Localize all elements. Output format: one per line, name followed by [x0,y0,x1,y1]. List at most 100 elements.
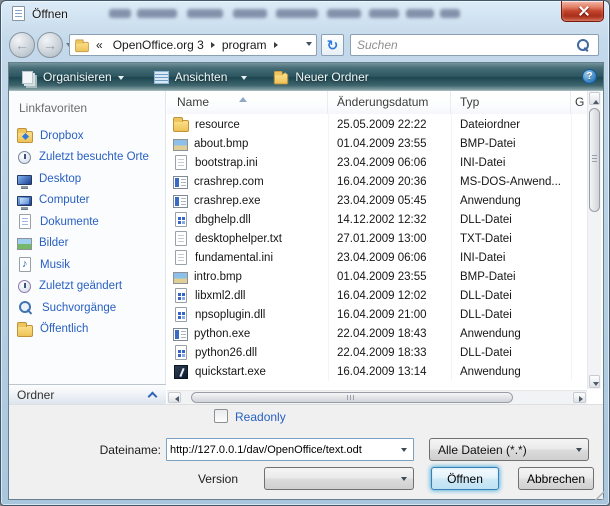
sidebar-item-icon [17,196,32,206]
new-folder-button[interactable]: Neuer Ordner [265,65,376,89]
file-type: BMP-Datei [451,271,571,283]
file-row[interactable]: python.exe 22.04.2009 18:43 Anwendung [167,324,587,343]
sidebar-item[interactable]: Zuletzt geändert [9,276,161,298]
scroll-down-button[interactable] [589,375,600,388]
horizontal-scrollbar-thumb[interactable] [191,392,513,403]
chevron-down-icon [241,76,247,83]
file-row[interactable]: dbghelp.dll 14.12.2002 12:32 DLL-Datei [167,210,587,229]
file-name: libxml2.dll [195,290,246,302]
file-type: DLL-Datei [451,214,571,226]
sidebar-item[interactable]: Desktop [9,168,161,190]
sidebar-item[interactable]: Suchvorgänge [9,297,161,319]
file-type: DLL-Datei [451,309,571,321]
vertical-scrollbar[interactable] [587,91,601,389]
file-date: 16.04.2009 21:00 [328,309,451,321]
filename-input[interactable] [170,441,390,458]
file-row[interactable]: crashrep.exe 23.04.2009 05:45 Anwendung [167,191,587,210]
file-row[interactable]: quickstart.exe 16.04.2009 13:14 Anwendun… [167,362,587,381]
breadcrumb-separator-icon[interactable] [211,42,215,48]
close-button[interactable] [561,1,604,22]
file-row[interactable]: fundamental.ini 23.04.2009 06:06 INI-Dat… [167,248,587,267]
file-row[interactable]: about.bmp 01.04.2009 23:55 BMP-Datei [167,134,587,153]
filetype-dropdown[interactable]: Alle Dateien (*.*) [429,438,589,461]
file-row[interactable]: resource 25.05.2009 22:22 Dateiordner [167,115,587,134]
sidebar-item[interactable]: Zuletzt besuchte Orte [9,147,161,169]
sidebar-item[interactable]: Öffentlich [9,319,161,341]
horizontal-scrollbar[interactable] [167,390,587,404]
file-name: dbghelp.dll [195,214,251,226]
cancel-button[interactable]: Abbrechen [518,467,594,490]
back-button[interactable]: ← [9,32,35,58]
file-row[interactable]: python26.dll 22.04.2009 18:33 DLL-Datei [167,343,587,362]
column-header-type[interactable]: Typ [451,91,571,114]
file-name: python.exe [194,328,250,340]
file-type: DLL-Datei [451,347,571,359]
breadcrumb-overflow-chevron[interactable]: « [96,38,103,52]
column-header-date[interactable]: Änderungsdatum [328,91,451,114]
file-row[interactable]: bootstrap.ini 23.04.2009 06:06 INI-Datei [167,153,587,172]
help-button[interactable]: ? [582,69,597,84]
scroll-up-button[interactable] [589,92,600,105]
file-row[interactable]: intro.bmp 01.04.2009 23:55 BMP-Datei [167,267,587,286]
open-button[interactable]: Öffnen [431,467,499,490]
file-row[interactable]: npsoplugin.dll 16.04.2009 21:00 DLL-Date… [167,305,587,324]
sidebar-item-label: Musik [40,259,70,271]
sidebar-item-icon [18,280,31,293]
column-header-name[interactable]: Name [167,91,328,114]
file-type: Anwendung [451,328,571,340]
file-name: desktophelper.txt [195,233,282,245]
file-date: 27.01.2009 13:00 [328,233,451,245]
file-row[interactable]: desktophelper.txt 27.01.2009 13:00 TXT-D… [167,229,587,248]
file-name: npsoplugin.dll [195,309,265,321]
breadcrumb-crumb[interactable]: program [222,38,267,52]
views-label: Ansichten [175,70,228,84]
organize-button[interactable]: Organisieren [13,65,132,89]
filename-dropdown-icon[interactable] [401,448,407,455]
filename-label: Dateiname: [61,443,161,457]
file-name: bootstrap.ini [195,157,258,169]
sidebar-item-icon [17,238,32,250]
dialog-document-icon [12,6,25,21]
sidebar-item[interactable]: Musik [9,254,161,276]
breadcrumb[interactable]: « OpenOffice.org 3 program [69,34,317,56]
file-date: 16.04.2009 13:14 [328,366,451,378]
column-header-row: Name Änderungsdatum Typ G [167,91,587,114]
column-header-size[interactable]: G [571,91,587,114]
sidebar-item-label: Öffentlich [40,323,88,335]
file-type: DLL-Datei [451,290,571,302]
sidebar-item[interactable]: Computer [9,190,161,212]
file-type-icon [174,365,188,379]
file-type-icon [173,272,188,284]
folders-expander[interactable]: Ordner [9,384,166,404]
folders-expander-label: Ordner [17,388,54,402]
breadcrumb-crumb[interactable]: OpenOffice.org 3 [113,38,204,52]
refresh-button[interactable]: ↻ [321,34,344,56]
file-name: crashrep.exe [194,195,260,207]
file-type-icon [175,250,187,265]
file-date: 25.05.2009 22:22 [328,119,451,131]
scroll-right-button[interactable] [573,392,586,403]
file-row[interactable]: crashrep.com 16.04.2009 20:36 MS-DOS-Anw… [167,172,587,191]
file-type-icon [173,195,188,208]
sidebar-item-label: Desktop [39,173,81,185]
scroll-left-button[interactable] [168,392,181,403]
file-name: python26.dll [195,347,257,359]
views-icon [154,71,169,84]
views-button[interactable]: Ansichten [146,65,256,89]
forward-button[interactable]: → [37,32,63,58]
readonly-checkbox[interactable] [214,409,228,423]
version-dropdown[interactable] [264,467,414,490]
file-type-icon [175,155,187,170]
sidebar-item[interactable]: Bilder [9,233,161,255]
sidebar-item[interactable]: Dokumente [9,211,161,233]
sidebar-item[interactable]: Dropbox [9,125,161,147]
breadcrumb-dropdown-icon[interactable] [306,42,312,49]
search-icon[interactable] [577,39,590,52]
breadcrumb-separator-icon[interactable] [274,42,278,48]
search-input[interactable] [357,37,567,53]
organize-icon [21,70,37,85]
search-box [350,34,599,56]
vertical-scrollbar-thumb[interactable] [589,108,600,212]
file-date: 23.04.2009 06:06 [328,252,451,264]
file-row[interactable]: libxml2.dll 16.04.2009 12:02 DLL-Datei [167,286,587,305]
